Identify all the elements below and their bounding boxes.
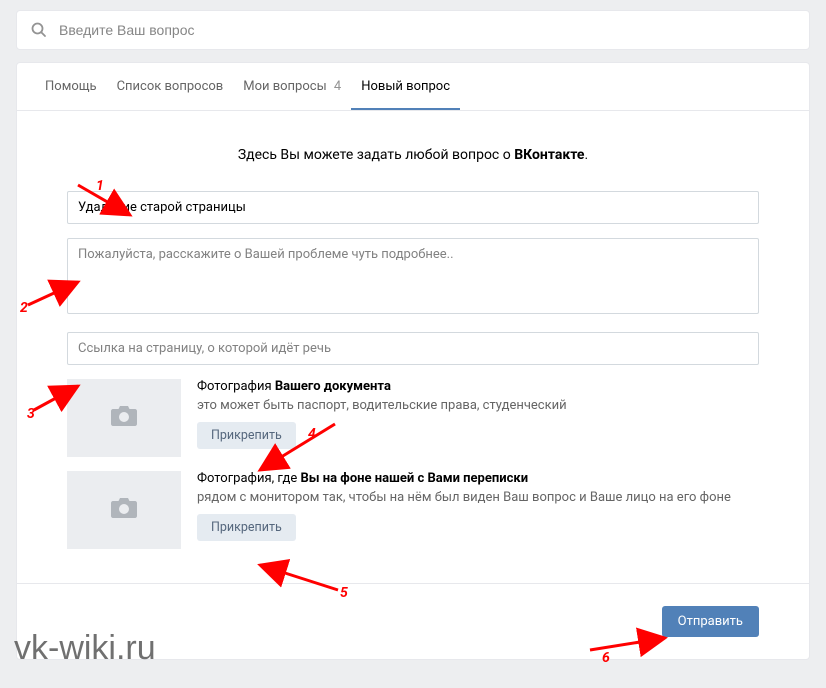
- tab-my-questions-label: Мои вопросы: [243, 79, 326, 94]
- tab-my-questions-count: 4: [334, 79, 341, 94]
- camera-icon: [110, 496, 138, 524]
- details-textarea[interactable]: [67, 238, 759, 314]
- attachment-title: Фотография, где Вы на фоне нашей с Вами …: [197, 471, 731, 486]
- attachment-desc: рядом с монитором так, чтобы на нём был …: [197, 490, 731, 505]
- search-icon: [31, 22, 47, 38]
- page-heading: Здесь Вы можете задать любой вопрос о ВК…: [67, 147, 759, 163]
- attachment-document: Фотография Вашего документа это может бы…: [67, 379, 759, 457]
- attachment-desc: это может быть паспорт, водительские пра…: [197, 398, 567, 413]
- camera-icon: [110, 404, 138, 432]
- attachment-title: Фотография Вашего документа: [197, 379, 567, 394]
- tab-new-question[interactable]: Новый вопрос: [351, 63, 460, 110]
- search-input[interactable]: [59, 22, 795, 38]
- attachment-photo: Фотография, где Вы на фоне нашей с Вами …: [67, 471, 759, 549]
- attachment-thumb: [67, 471, 181, 549]
- tab-question-list[interactable]: Список вопросов: [107, 63, 234, 110]
- attachment-thumb: [67, 379, 181, 457]
- page-link-input[interactable]: [67, 332, 759, 365]
- submit-button[interactable]: Отправить: [662, 606, 759, 637]
- attach-button-photo[interactable]: Прикрепить: [197, 514, 296, 541]
- subject-input[interactable]: [67, 191, 759, 224]
- tabs: Помощь Список вопросов Мои вопросы 4 Нов…: [17, 63, 809, 111]
- attach-button-document[interactable]: Прикрепить: [197, 422, 296, 449]
- tab-my-questions[interactable]: Мои вопросы 4: [233, 63, 351, 110]
- tab-help[interactable]: Помощь: [35, 63, 107, 110]
